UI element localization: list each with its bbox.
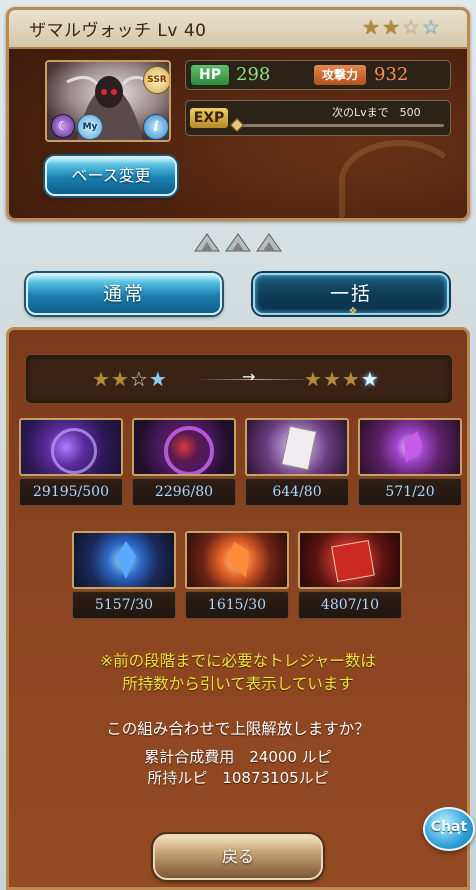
material-item[interactable]: 571/20 — [358, 418, 462, 506]
star-icon: ★ — [322, 367, 341, 391]
hp-value: 298 — [236, 64, 271, 85]
back-button[interactable]: 戻る — [153, 834, 323, 880]
step-indicator-icons — [194, 233, 282, 252]
hp-label: HP — [191, 65, 229, 85]
owned-rupie-line: 所持ルピ 10873105ルピ — [147, 769, 329, 787]
arrow-right-icon: → — [242, 367, 256, 386]
chat-dots-icon: • • • — [440, 829, 462, 839]
character-portrait[interactable]: SSR ☾ My i — [45, 60, 171, 142]
confirm-question: この組み合わせで上限解放しますか？ — [106, 720, 370, 738]
tab-normal[interactable]: 通常 — [26, 273, 222, 315]
material-count: 1615/30 — [185, 591, 289, 619]
exp-box: EXP 次のLvまで 500 — [185, 100, 451, 136]
material-count: 5157/30 — [72, 591, 176, 619]
selected-tab-ornament-icon: ❖ — [348, 306, 358, 317]
exp-label: EXP — [190, 108, 228, 128]
character-name: ザマルヴォッチ Lv 40 — [29, 21, 207, 41]
star-icon: ★ — [381, 15, 400, 39]
scroll-page-material-icon — [245, 418, 349, 476]
character-header: ザマルヴォッチ Lv 40 ★ ★ ☆ ☆ — [9, 10, 467, 49]
next-star-rating: ★ ★ ★ ★ — [304, 369, 379, 389]
exp-progress-bar — [236, 124, 444, 127]
material-count: 2296/80 — [132, 478, 236, 506]
star-empty-icon: ☆ — [129, 367, 148, 391]
material-item[interactable]: 4807/10 — [298, 531, 402, 619]
dark-orb-material-icon — [19, 418, 123, 476]
character-star-rating: ★ ★ ☆ ☆ — [362, 17, 440, 37]
star-blue-icon: ☆ — [421, 15, 440, 39]
dark-element-icon: ☾ — [51, 114, 75, 138]
purple-crystal-material-icon — [358, 418, 462, 476]
material-count: 571/20 — [358, 478, 462, 506]
material-item[interactable]: 5157/30 — [72, 531, 176, 619]
material-item[interactable]: 644/80 — [245, 418, 349, 506]
star-icon: ★ — [110, 367, 129, 391]
material-item[interactable]: 29195/500 — [19, 418, 123, 506]
exp-progress-marker — [229, 117, 245, 133]
star-glow-icon: ★ — [360, 367, 379, 391]
material-count: 644/80 — [245, 478, 349, 506]
star-icon: ★ — [362, 15, 380, 39]
red-scroll-material-icon — [298, 531, 402, 589]
notice-line-1: ※前の段階までに必要なトレジャー数は — [100, 652, 376, 670]
decorative-swirl — [339, 140, 461, 222]
material-item[interactable]: 1615/30 — [185, 531, 289, 619]
uncap-panel: ★ ★ ☆ ★ → ★ ★ ★ ★ 29195/500 2296/80 644/… — [6, 327, 470, 890]
my-badge: My — [77, 114, 103, 140]
star-icon: ★ — [92, 367, 110, 391]
notice-line-2: 所持数から引いて表示しています — [122, 675, 354, 693]
info-icon[interactable]: i — [143, 114, 169, 140]
star-icon: ★ — [341, 367, 360, 391]
material-count: 4807/10 — [298, 591, 402, 619]
ssr-badge: SSR — [143, 66, 169, 94]
uncap-rarity-bar: ★ ★ ☆ ★ → ★ ★ ★ ★ — [25, 354, 453, 404]
star-blue-icon: ★ — [148, 367, 167, 391]
dark-ring-material-icon — [132, 418, 236, 476]
total-cost-line: 累計合成費用 24000 ルピ — [144, 748, 332, 766]
current-star-rating: ★ ★ ☆ ★ — [92, 369, 167, 389]
material-item[interactable]: 2296/80 — [132, 418, 236, 506]
star-icon: ★ — [304, 367, 322, 391]
blue-crystal-material-icon — [72, 531, 176, 589]
orange-crystal-material-icon — [185, 531, 289, 589]
star-empty-icon: ☆ — [401, 15, 420, 39]
exp-next-level-text: 次のLvまで 500 — [332, 106, 421, 119]
stats-box: HP 298 攻撃力 932 — [185, 60, 451, 90]
character-card: ザマルヴォッチ Lv 40 ★ ★ ☆ ☆ SSR ☾ My i HP 298 … — [6, 7, 470, 222]
material-count: 29195/500 — [19, 478, 123, 506]
attack-value: 932 — [374, 64, 409, 85]
attack-label: 攻撃力 — [314, 65, 366, 85]
base-change-button[interactable]: ベース変更 — [45, 156, 177, 196]
